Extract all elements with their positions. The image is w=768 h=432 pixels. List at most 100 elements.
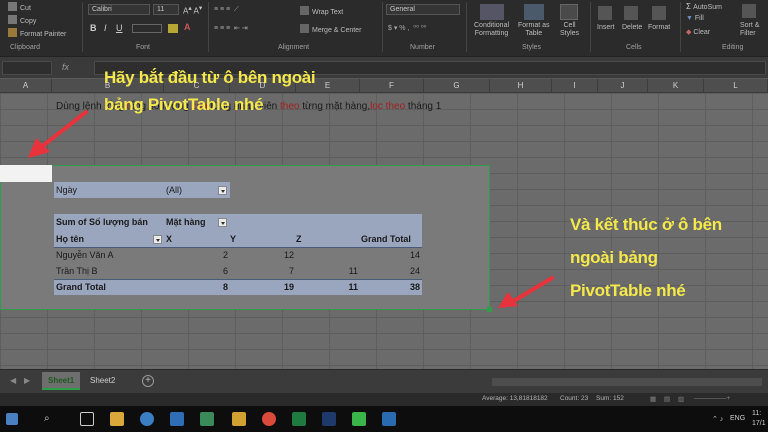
conditional-formatting-button[interactable]: Conditional Formatting	[474, 22, 509, 38]
pivot-filter-value: (All)	[166, 185, 182, 195]
ribbon-separator	[466, 2, 467, 52]
font-color-icon[interactable]: A	[184, 22, 191, 32]
format-button[interactable]: Format	[648, 24, 670, 31]
cut-button[interactable]: Cut	[8, 2, 31, 12]
fx-icon[interactable]: fx	[62, 62, 69, 72]
format-painter-button[interactable]: Format Painter	[8, 28, 66, 38]
number-group-label: Number	[410, 44, 435, 51]
number-format-buttons[interactable]: $ ▾ % , ⁰⁰ ⁰⁰	[388, 24, 426, 32]
pivot-row-dropdown-icon[interactable]	[153, 235, 162, 244]
search-icon[interactable]: ⌕	[44, 412, 58, 426]
wrap-icon	[300, 6, 309, 15]
clock-date[interactable]: 17/1	[752, 420, 766, 427]
pivot-header-x: X	[166, 234, 173, 244]
taskbar: ⌕ ⌃ ♪ ENG 11: 17/1	[0, 406, 768, 432]
chrome-icon[interactable]	[262, 412, 276, 426]
title-part: theo	[280, 101, 300, 112]
col-header-a[interactable]: A	[0, 79, 52, 93]
tab-scroll-right-icon[interactable]: ▶	[18, 372, 36, 390]
fill-handle[interactable]	[487, 307, 492, 312]
pivot-column-label: Mặt hàng	[166, 217, 206, 227]
file-explorer-icon[interactable]	[110, 412, 124, 426]
line-icon[interactable]	[352, 412, 366, 426]
col-header-f[interactable]: F	[360, 79, 424, 93]
store-icon[interactable]	[170, 412, 184, 426]
clock-time[interactable]: 11:	[752, 410, 761, 417]
view-pagebreak-icon[interactable]: ▥	[678, 395, 684, 403]
bold-button[interactable]: B	[90, 23, 97, 33]
pivot-filter-label: Ngày	[56, 185, 78, 195]
tab-sheet1[interactable]: Sheet1	[42, 372, 81, 390]
excel-icon[interactable]	[292, 412, 306, 426]
insert-icon[interactable]	[598, 6, 612, 20]
font-group-label: Font	[136, 44, 151, 51]
editing-group-label: Editing	[722, 44, 744, 51]
col-header-i[interactable]: I	[552, 79, 598, 93]
pivot-cell: 11	[348, 266, 358, 276]
add-sheet-button[interactable]: +	[142, 375, 154, 387]
pivot-total-cell: 11	[348, 282, 358, 292]
title-part: tháng 1	[405, 101, 442, 112]
align-left-icons[interactable]: ≡ ≡ ≡ ⇤ ⇥	[214, 24, 248, 32]
pivot-column-dropdown-icon[interactable]	[218, 218, 227, 227]
copy-button[interactable]: Copy	[8, 15, 36, 25]
windows-start-icon[interactable]	[6, 413, 18, 425]
wrap-text-button[interactable]: Wrap Text	[300, 6, 343, 16]
view-layout-icon[interactable]: ▤	[664, 395, 670, 403]
app2-icon[interactable]	[382, 412, 396, 426]
delete-icon[interactable]	[624, 6, 638, 20]
task-view-icon[interactable]	[80, 412, 94, 426]
align-top-icons[interactable]: ≡ ≡ ≡ ⟋	[214, 6, 239, 14]
underline-button[interactable]: U	[116, 23, 123, 33]
sort-filter-button[interactable]: Sort & Filter	[740, 22, 759, 38]
font-name-select[interactable]: Calibri	[88, 4, 150, 15]
cell-styles-icon[interactable]	[560, 4, 578, 20]
cells-group-label: Cells	[626, 44, 642, 51]
borders-button[interactable]	[132, 24, 162, 33]
format-table-icon[interactable]	[524, 4, 544, 20]
active-cell[interactable]	[0, 165, 52, 182]
fill-button[interactable]: ▼ Fill	[686, 15, 704, 22]
format-icon[interactable]	[652, 6, 666, 20]
merge-center-button[interactable]: Merge & Center	[300, 24, 361, 34]
horizontal-scrollbar[interactable]	[492, 378, 762, 386]
app-icon[interactable]	[200, 412, 214, 426]
grow-font-button[interactable]: A▴ A▾	[183, 4, 202, 16]
conditional-formatting-icon[interactable]	[480, 4, 504, 20]
language-indicator[interactable]: ENG	[730, 415, 745, 422]
name-box[interactable]	[2, 61, 52, 75]
pivot-total-cell: 38	[409, 282, 420, 292]
col-header-l[interactable]: L	[704, 79, 768, 93]
clear-button[interactable]: ◆ Clear	[686, 28, 710, 36]
pivot-cell: 24	[409, 266, 420, 276]
delete-button[interactable]: Delete	[622, 24, 642, 31]
photoshop-icon[interactable]	[322, 412, 336, 426]
italic-button[interactable]: I	[104, 23, 107, 33]
col-header-k[interactable]: K	[648, 79, 704, 93]
folder-icon[interactable]	[232, 412, 246, 426]
view-normal-icon[interactable]: ▦	[650, 395, 656, 403]
tab-sheet2[interactable]: Sheet2	[84, 372, 121, 390]
insert-button[interactable]: Insert	[597, 24, 615, 31]
pivot-filter-dropdown-icon[interactable]	[218, 186, 227, 195]
system-tray-icons[interactable]: ⌃ ♪	[712, 415, 723, 423]
clipboard-group-label: Clipboard	[10, 44, 40, 51]
ribbon-separator	[590, 2, 591, 52]
format-as-table-button[interactable]: Format as Table	[518, 22, 550, 38]
ribbon-separator	[382, 2, 383, 52]
fill-color-icon[interactable]	[168, 24, 178, 33]
zoom-slider[interactable]: —————+	[694, 395, 730, 402]
cell-styles-button[interactable]: Cell Styles	[560, 22, 579, 38]
autosum-button[interactable]: Σ AutoSum	[686, 2, 722, 11]
edge-icon[interactable]	[140, 412, 154, 426]
sort-filter-icon[interactable]	[742, 4, 756, 18]
col-header-g[interactable]: G	[424, 79, 490, 93]
col-header-h[interactable]: H	[490, 79, 552, 93]
status-bar: Average: 13,81818182 Count: 23 Sum: 152 …	[0, 393, 768, 406]
font-size-select[interactable]: 11	[153, 4, 179, 15]
sheet-tabs-bar: ◀ ▶ Sheet1 Sheet2 +	[0, 369, 768, 393]
col-header-j[interactable]: J	[598, 79, 648, 93]
number-format-select[interactable]: General	[386, 4, 460, 15]
pivot-cell: 2	[222, 250, 228, 260]
brush-icon	[8, 28, 17, 37]
